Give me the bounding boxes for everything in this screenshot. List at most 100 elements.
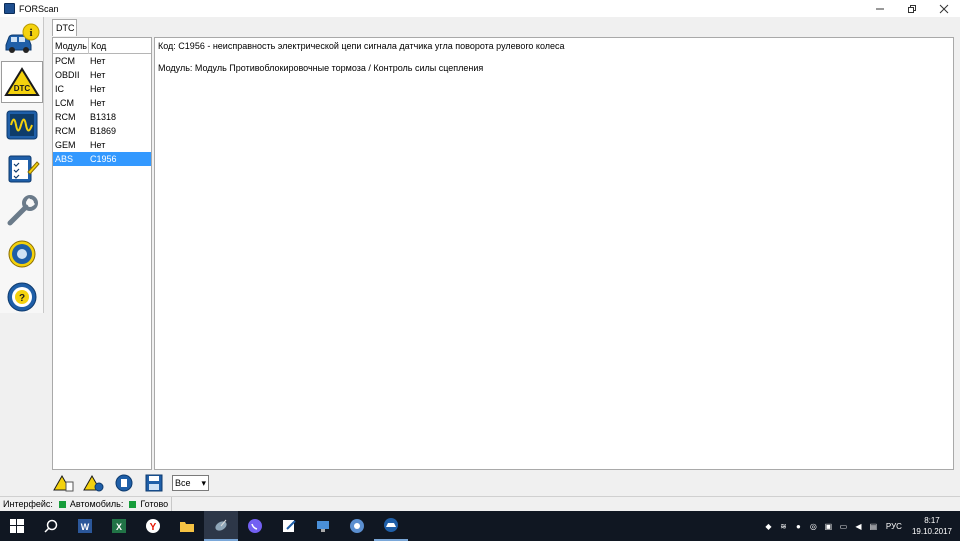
vehicle-label: Автомобиль:	[69, 499, 124, 509]
module-cell: GEM	[55, 140, 76, 150]
taskbar-viber[interactable]	[238, 511, 272, 541]
delete-button[interactable]	[112, 472, 136, 494]
code-cell: Нет	[90, 56, 106, 66]
minimize-icon	[876, 8, 884, 9]
dtc-code-description: Код: C1956 - неисправность электрической…	[158, 41, 565, 51]
list-item[interactable]: PCM Нет	[53, 54, 151, 68]
folder-icon	[180, 522, 194, 532]
dtc-module-description: Модуль: Модуль Противоблокировочные торм…	[158, 63, 484, 73]
warning-clear-icon	[83, 474, 104, 492]
wrench-icon	[7, 195, 38, 226]
list-item-selected[interactable]: ABS C1956	[53, 152, 151, 166]
message-icon[interactable]: ▤	[869, 522, 878, 531]
taskbar-file-explorer[interactable]	[170, 511, 204, 541]
search-button[interactable]	[34, 511, 68, 541]
save-button[interactable]	[142, 472, 166, 494]
code-cell: Нет	[90, 140, 106, 150]
module-cell: PCM	[55, 56, 75, 66]
column-header-module[interactable]: Модуль	[53, 38, 89, 54]
close-button[interactable]	[928, 0, 960, 17]
taskbar-yandex-browser[interactable]: Y	[136, 511, 170, 541]
forscan-taskbar-icon	[384, 518, 398, 532]
dtc-detail-pane: Код: C1956 - неисправность электрической…	[154, 37, 954, 470]
list-item[interactable]: GEM Нет	[53, 138, 151, 152]
oscilloscope-icon	[6, 110, 38, 140]
interface-status: Интерфейс: Автомобиль: Готово	[0, 496, 173, 512]
svg-text:DTC: DTC	[14, 84, 31, 93]
sidebar-help-button[interactable]: ?	[1, 276, 43, 318]
code-cell: B1318	[90, 112, 117, 122]
search-icon	[44, 519, 58, 533]
window-title: FORScan	[19, 3, 59, 14]
tray-app-icon[interactable]: ◆	[764, 522, 773, 531]
ready-label: Готово	[140, 499, 169, 509]
clear-dtc-button[interactable]	[82, 472, 106, 494]
list-item[interactable]: OBDII Нет	[53, 68, 151, 82]
tray-chat-icon[interactable]: ▣	[824, 522, 833, 531]
taskbar-app-globe[interactable]	[340, 511, 374, 541]
taskbar-network-app[interactable]	[306, 511, 340, 541]
code-cell: Нет	[90, 84, 106, 94]
clock-time: 8:17	[924, 516, 940, 525]
module-cell: RCM	[55, 112, 76, 122]
floppy-disk-icon	[145, 474, 163, 492]
interface-label: Интерфейс:	[3, 499, 53, 509]
gear-icon	[8, 240, 36, 268]
interface-indicator-icon	[58, 500, 66, 508]
wifi-icon[interactable]: ≋	[779, 522, 788, 531]
svg-text:W: W	[81, 522, 90, 532]
sidebar-tests-button[interactable]	[1, 147, 43, 189]
minimize-button[interactable]	[864, 0, 896, 17]
window-controls	[864, 0, 960, 17]
filter-select[interactable]: Все ▾	[172, 475, 209, 491]
sidebar-dtc-button[interactable]: DTC	[1, 61, 43, 103]
code-cell: Нет	[90, 98, 106, 108]
list-item[interactable]: RCM B1318	[53, 110, 151, 124]
svg-text:X: X	[116, 522, 122, 532]
language-indicator[interactable]: РУС	[886, 522, 902, 531]
taskbar-notepad[interactable]	[272, 511, 306, 541]
bottom-toolbar: Все ▾	[52, 472, 952, 494]
svg-text:i: i	[29, 27, 32, 39]
windows-taskbar: W X Y ◆ ≋ ● ◎ ▣ ▭ ◀ ▤ РУС 8:17 19.10.201…	[0, 511, 960, 541]
volume-icon[interactable]: ◀	[854, 522, 863, 531]
taskbar-word[interactable]: W	[68, 511, 102, 541]
tray-globe-icon[interactable]: ◎	[809, 522, 818, 531]
dtc-module-list: Модуль Код PCM Нет OBDII Нет IC Нет LCM …	[52, 37, 152, 470]
title-bar: FORScan	[0, 0, 960, 17]
warning-read-icon	[53, 474, 74, 492]
clock-date: 19.10.2017	[911, 527, 952, 536]
trash-icon	[115, 474, 133, 492]
module-cell: ABS	[55, 154, 74, 164]
clock[interactable]: 8:17 19.10.2017	[912, 515, 952, 537]
taskbar-excel[interactable]: X	[102, 511, 136, 541]
module-cell: IC	[55, 84, 64, 94]
checklist-icon	[8, 155, 40, 183]
sidebar-oscilloscope-button[interactable]	[1, 104, 43, 146]
taskbar-app-running[interactable]	[204, 511, 238, 541]
code-cell: C1956	[90, 154, 117, 164]
sidebar-vehicle-info-button[interactable]: i	[1, 18, 43, 60]
tray-shield-icon[interactable]: ●	[794, 522, 803, 531]
network-computer-icon	[317, 521, 329, 532]
tab-dtc[interactable]: DTC	[52, 19, 77, 36]
system-tray: ◆ ≋ ● ◎ ▣ ▭ ◀ ▤ РУС 8:17 19.10.2017	[758, 511, 952, 541]
svg-text:?: ?	[19, 293, 25, 304]
main-sidebar: i DTC ?	[0, 17, 44, 313]
tray-monitor-icon[interactable]: ▭	[839, 522, 848, 531]
column-header-code[interactable]: Код	[89, 38, 151, 54]
code-cell: B1869	[90, 126, 117, 136]
sidebar-settings-button[interactable]	[1, 233, 43, 275]
restore-button[interactable]	[896, 0, 928, 17]
svg-text:Y: Y	[150, 522, 157, 533]
start-button[interactable]	[0, 511, 34, 541]
windows-logo-icon	[10, 519, 24, 533]
taskbar-forscan[interactable]	[374, 511, 408, 541]
list-item[interactable]: RCM B1869	[53, 124, 151, 138]
filter-select-value: Все	[175, 478, 191, 488]
list-item[interactable]: IC Нет	[53, 82, 151, 96]
list-item[interactable]: LCM Нет	[53, 96, 151, 110]
read-dtc-button[interactable]	[52, 472, 76, 494]
sidebar-service-button[interactable]	[1, 190, 43, 232]
viber-icon	[248, 519, 262, 533]
